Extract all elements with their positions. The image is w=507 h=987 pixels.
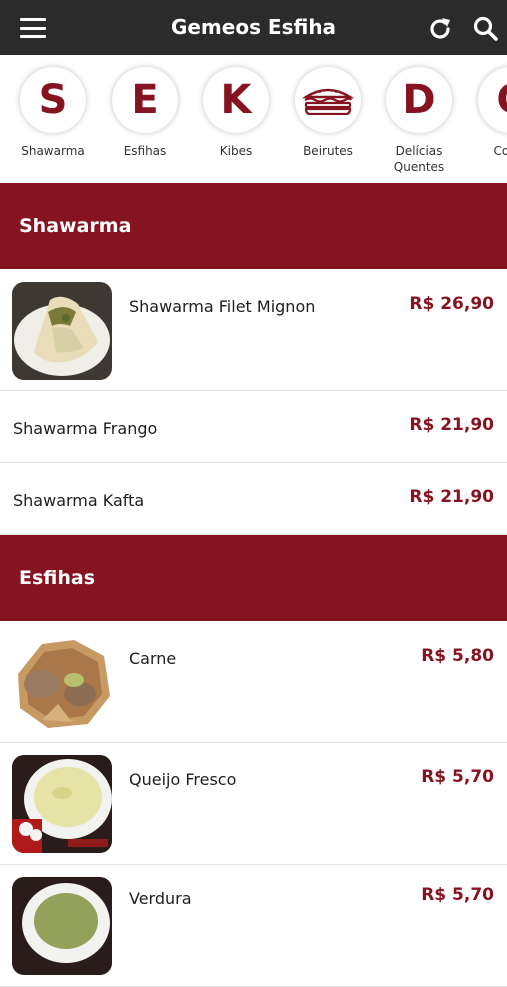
item-photo [12, 877, 112, 975]
category-kibes[interactable]: K Kibes [190, 67, 282, 159]
item-price: R$ 5,80 [421, 646, 494, 666]
category-label: Kibes [219, 144, 253, 158]
category-icon: K [203, 67, 269, 133]
category-icon: D [386, 67, 452, 133]
item-price: R$ 5,70 [421, 885, 494, 905]
sandwich-icon [295, 67, 361, 133]
category-label: Esfihas [123, 144, 167, 158]
item-photo [12, 755, 112, 853]
item-price: R$ 21,90 [409, 487, 494, 507]
refresh-icon[interactable] [426, 15, 454, 43]
item-photo [12, 282, 112, 380]
category-label: Comb [493, 144, 507, 158]
category-label: Delícias Quentes [393, 144, 445, 174]
item-name: Queijo Fresco [129, 770, 237, 789]
menu-item[interactable]: Shawarma Frango R$ 21,90 [0, 391, 507, 463]
category-icon: E [112, 67, 178, 133]
item-name: Shawarma Kafta [13, 491, 145, 510]
section-header-shawarma: Shawarma [0, 183, 507, 269]
menu-item[interactable]: Queijo Fresco R$ 5,70 [0, 743, 507, 865]
category-shawarma[interactable]: S Shawarma [7, 67, 99, 159]
top-app-bar: Gemeos Esfiha [0, 0, 507, 55]
category-icon: C [478, 67, 507, 133]
menu-item[interactable]: Shawarma Kafta R$ 21,90 [0, 463, 507, 535]
item-price: R$ 5,70 [421, 767, 494, 787]
menu-item[interactable]: Carne R$ 5,80 [0, 621, 507, 743]
item-name: Verdura [129, 889, 192, 908]
category-label: Shawarma [21, 144, 85, 158]
menu-item[interactable]: Verdura R$ 5,70 [0, 865, 507, 987]
category-icon: S [20, 67, 86, 133]
category-label: Beirutes [303, 144, 353, 158]
category-carousel: S Shawarma E Esfihas K Kibes Beirutes D … [0, 55, 507, 183]
item-price: R$ 26,90 [409, 294, 494, 314]
menu-item[interactable]: Shawarma Filet Mignon R$ 26,90 [0, 269, 507, 391]
item-name: Shawarma Filet Mignon [129, 297, 316, 316]
category-delicias-quentes[interactable]: D Delícias Quentes [373, 67, 465, 175]
category-combos[interactable]: C Comb [465, 67, 507, 159]
category-beirutes[interactable]: Beirutes [282, 67, 374, 159]
section-header-esfihas: Esfihas [0, 535, 507, 621]
item-price: R$ 21,90 [409, 415, 494, 435]
item-name: Carne [129, 649, 177, 668]
category-esfihas[interactable]: E Esfihas [99, 67, 191, 159]
search-icon[interactable] [472, 15, 500, 43]
item-name: Shawarma Frango [13, 419, 158, 438]
item-photo [12, 634, 112, 732]
